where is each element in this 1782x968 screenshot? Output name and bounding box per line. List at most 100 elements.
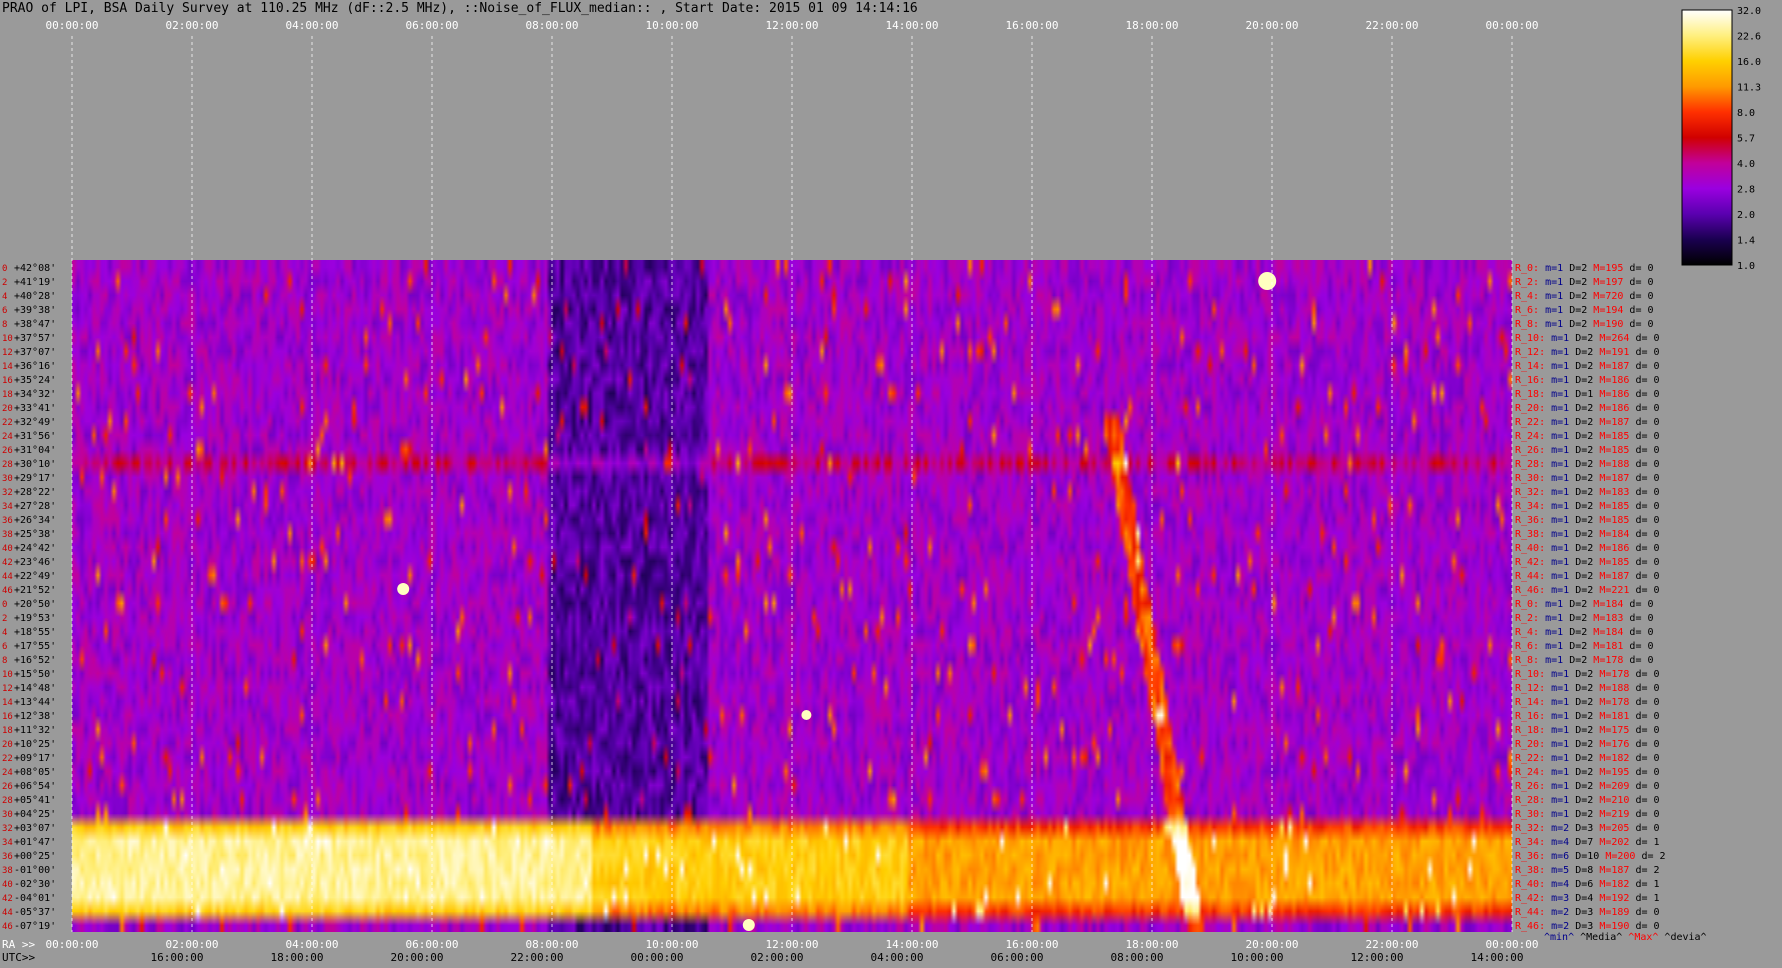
stats-row: R_16: m=1 D=2 M=181 d= 0 [1515,711,1660,722]
stats-row: R_28: m=1 D=2 M=210 d= 0 [1515,795,1660,806]
colorbar-tick-label: 11.3 [1737,83,1761,94]
colorbar-tick-label: 2.0 [1737,210,1755,221]
x-ra-tick-label: 16:00:00 [1006,938,1059,951]
row-number: 22 [2,754,13,764]
x-utc-tick-label: 12:00:00 [1351,951,1404,964]
stats-row: R_40: m=1 D=2 M=186 d= 0 [1515,543,1660,554]
y-tick-label: +18°55' [14,627,56,638]
y-tick-label: +30°10' [14,459,56,470]
y-tick-label: +19°53' [14,613,56,624]
stats-row: R_30: m=1 D=2 M=219 d= 0 [1515,809,1660,820]
stats-legend: ^min^ ^Media^ ^Max^ ^devia^ [1544,932,1707,943]
row-number: 4 [2,292,7,302]
stats-row: R_12: m=1 D=2 M=188 d= 0 [1515,683,1660,694]
y-tick-label: +32°49' [14,417,56,428]
y-tick-label: +34°32' [14,389,56,400]
row-number: 18 [2,390,13,400]
stats-row: R_40: m=4 D=6 M=182 d= 1 [1515,879,1660,890]
y-tick-label: +16°52' [14,655,56,666]
stats-row: R_32: m=1 D=2 M=183 d= 0 [1515,487,1660,498]
stats-row: R_20: m=1 D=2 M=186 d= 0 [1515,403,1660,414]
x-top-tick-label: 16:00:00 [1006,19,1059,32]
stats-row: R_18: m=1 D=1 M=186 d= 0 [1515,389,1660,400]
y-tick-label: +06°54' [14,781,56,792]
row-number: 46 [2,586,13,596]
y-tick-label: +26°34' [14,515,56,526]
row-number: 40 [2,880,13,890]
stats-row: R_26: m=1 D=2 M=185 d= 0 [1515,445,1660,456]
row-number: 24 [2,432,13,442]
row-number: 10 [2,334,13,344]
stats-row: R_18: m=1 D=2 M=175 d= 0 [1515,725,1660,736]
y-tick-label: +20°50' [14,599,56,610]
utc-axis-label: UTC>> [2,951,35,964]
y-tick-label: +25°38' [14,529,56,540]
y-tick-label: +31°04' [14,445,56,456]
x-utc-tick-label: 00:00:00 [631,951,684,964]
point-source [1258,272,1277,290]
stats-row: R_0: m=1 D=2 M=195 d= 0 [1515,263,1654,274]
y-tick-label: +01°47' [14,837,56,848]
x-utc-tick-label: 02:00:00 [751,951,804,964]
y-tick-label: +37°57' [14,333,56,344]
y-tick-label: +24°42' [14,543,56,554]
row-number: 44 [2,572,13,582]
stats-row: R_22: m=1 D=2 M=182 d= 0 [1515,753,1660,764]
y-tick-label: +23°46' [14,557,56,568]
colorbar-tick-label: 4.0 [1737,159,1755,170]
stats-row: R_4: m=1 D=2 M=720 d= 0 [1515,291,1654,302]
heatmap-plot: 00:00:00 02:00:00 04:00:00 06:00:00 08:00:00… [2,6,1761,964]
x-utc-tick-label: 08:00:00 [1111,951,1164,964]
x-ra-tick-label: 14:00:00 [886,938,939,951]
stats-row: R_24: m=1 D=2 M=185 d= 0 [1515,431,1660,442]
row-number: 46 [2,922,13,932]
x-top-tick-label: 06:00:00 [406,19,459,32]
stats-row: R_28: m=1 D=2 M=188 d= 0 [1515,459,1660,470]
row-number: 2 [2,278,7,288]
row-number: 0 [2,600,7,610]
row-number: 18 [2,726,13,736]
row-number: 16 [2,376,13,386]
stats-row: R_8: m=1 D=2 M=190 d= 0 [1515,319,1654,330]
stats-row: R_0: m=1 D=2 M=184 d= 0 [1515,599,1654,610]
x-utc-tick-label: 04:00:00 [871,951,924,964]
row-number: 16 [2,712,13,722]
stats-row: R_34: m=1 D=2 M=185 d= 0 [1515,501,1660,512]
x-top-tick-label: 02:00:00 [166,19,219,32]
row-number: 42 [2,558,13,568]
stats-row: R_32: m=2 D=3 M=205 d= 0 [1515,823,1660,834]
x-utc-tick-label: 14:00:00 [1471,951,1524,964]
row-number: 20 [2,740,13,750]
point-source [801,710,812,720]
row-number: 26 [2,446,13,456]
y-tick-label: +22°49' [14,571,56,582]
y-tick-label: +09°17' [14,753,56,764]
row-number: 36 [2,516,13,526]
y-tick-label: +37°07' [14,347,56,358]
x-top-tick-label: 22:00:00 [1366,19,1419,32]
row-number: 30 [2,810,13,820]
y-tick-label: +40°28' [14,291,56,302]
x-ra-tick-label: 12:00:00 [766,938,819,951]
x-ra-tick-label: 06:00:00 [406,938,459,951]
x-top-tick-label: 08:00:00 [526,19,579,32]
y-tick-label: +10°25' [14,739,56,750]
row-number: 38 [2,866,13,876]
y-tick-label: +12°38' [14,711,56,722]
row-statistics: R_0: m=1 D=2 M=195 d= 0 R_2: m=1 D=2 M=19… [1515,263,1707,943]
stats-row: R_38: m=5 D=8 M=187 d= 2 [1515,865,1660,876]
x-ra-tick-label: 22:00:00 [1366,938,1419,951]
stats-row: R_22: m=1 D=2 M=187 d= 0 [1515,417,1660,428]
y-tick-label: +42°08' [14,263,56,274]
y-tick-label: +31°56' [14,431,56,442]
stats-row: R_34: m=4 D=7 M=202 d= 1 [1515,837,1660,848]
stats-row: R_14: m=1 D=2 M=178 d= 0 [1515,697,1660,708]
stats-row: R_26: m=1 D=2 M=209 d= 0 [1515,781,1660,792]
row-number: 10 [2,670,13,680]
stats-row: R_4: m=1 D=2 M=184 d= 0 [1515,627,1654,638]
row-number: 0 [2,264,7,274]
row-number: 34 [2,838,13,848]
y-tick-label: +21°52' [14,585,56,596]
colorbar-tick-label: 1.0 [1737,261,1755,272]
row-number: 6 [2,306,7,316]
